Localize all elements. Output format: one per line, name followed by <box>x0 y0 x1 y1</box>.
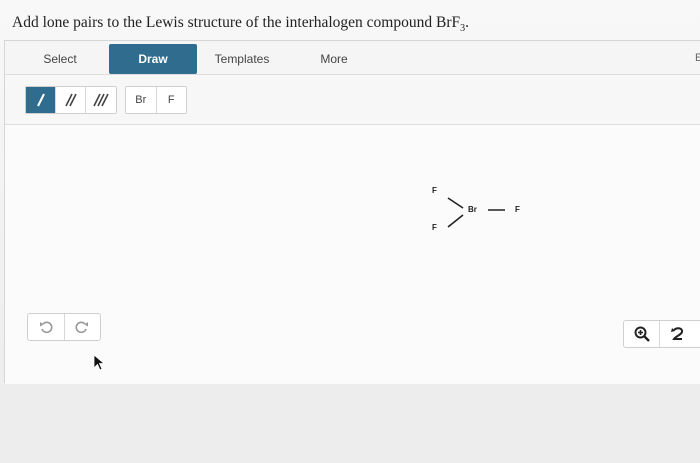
single-bond-button[interactable] <box>26 87 56 113</box>
drawing-canvas[interactable]: F F Br F <box>5 125 700 384</box>
atom-br-button[interactable]: Br <box>126 87 157 113</box>
undo-button[interactable] <box>28 314 65 340</box>
zoom-in-button[interactable] <box>624 321 660 347</box>
question-main: Add lone pairs to the Lewis structure of… <box>12 14 461 31</box>
triple-bond-button[interactable] <box>86 87 116 113</box>
triple-bond-icon <box>93 93 109 107</box>
question-text: Add lone pairs to the Lewis structure of… <box>12 14 469 34</box>
structure-editor: Select Draw Templates More E Br F F F Br… <box>4 40 700 384</box>
tab-select[interactable]: Select <box>19 44 101 74</box>
mouse-cursor-icon <box>93 354 106 371</box>
double-bond-icon <box>64 93 77 107</box>
bond-tool-group <box>25 86 117 114</box>
zoom-group <box>623 320 700 348</box>
undo-redo-group <box>27 313 101 341</box>
bond-f-top-br[interactable] <box>447 197 464 209</box>
editor-tabbar: Select Draw Templates More E <box>5 41 700 75</box>
draw-toolbar: Br F <box>5 75 700 125</box>
bond-lines <box>447 197 505 228</box>
page: Add lone pairs to the Lewis structure of… <box>0 0 700 463</box>
atom-f-button[interactable]: F <box>156 87 186 113</box>
question-end: . <box>465 14 469 31</box>
clean-structure-icon <box>671 327 684 340</box>
tab-draw[interactable]: Draw <box>109 44 197 74</box>
atom-tool-group: Br F <box>125 86 187 114</box>
double-bond-button[interactable] <box>56 87 86 113</box>
redo-icon <box>75 321 89 334</box>
zoom-in-icon <box>634 326 650 342</box>
tab-edge-label[interactable]: E <box>695 52 700 64</box>
redo-button[interactable] <box>65 314 101 340</box>
undo-icon <box>39 321 53 334</box>
clean-structure-button[interactable] <box>660 321 696 347</box>
tab-templates[interactable]: Templates <box>201 44 283 74</box>
single-bond-icon <box>36 93 45 107</box>
page-below-editor <box>0 384 700 463</box>
tab-more[interactable]: More <box>293 44 375 74</box>
bond-f-bottom-br[interactable] <box>447 214 464 228</box>
